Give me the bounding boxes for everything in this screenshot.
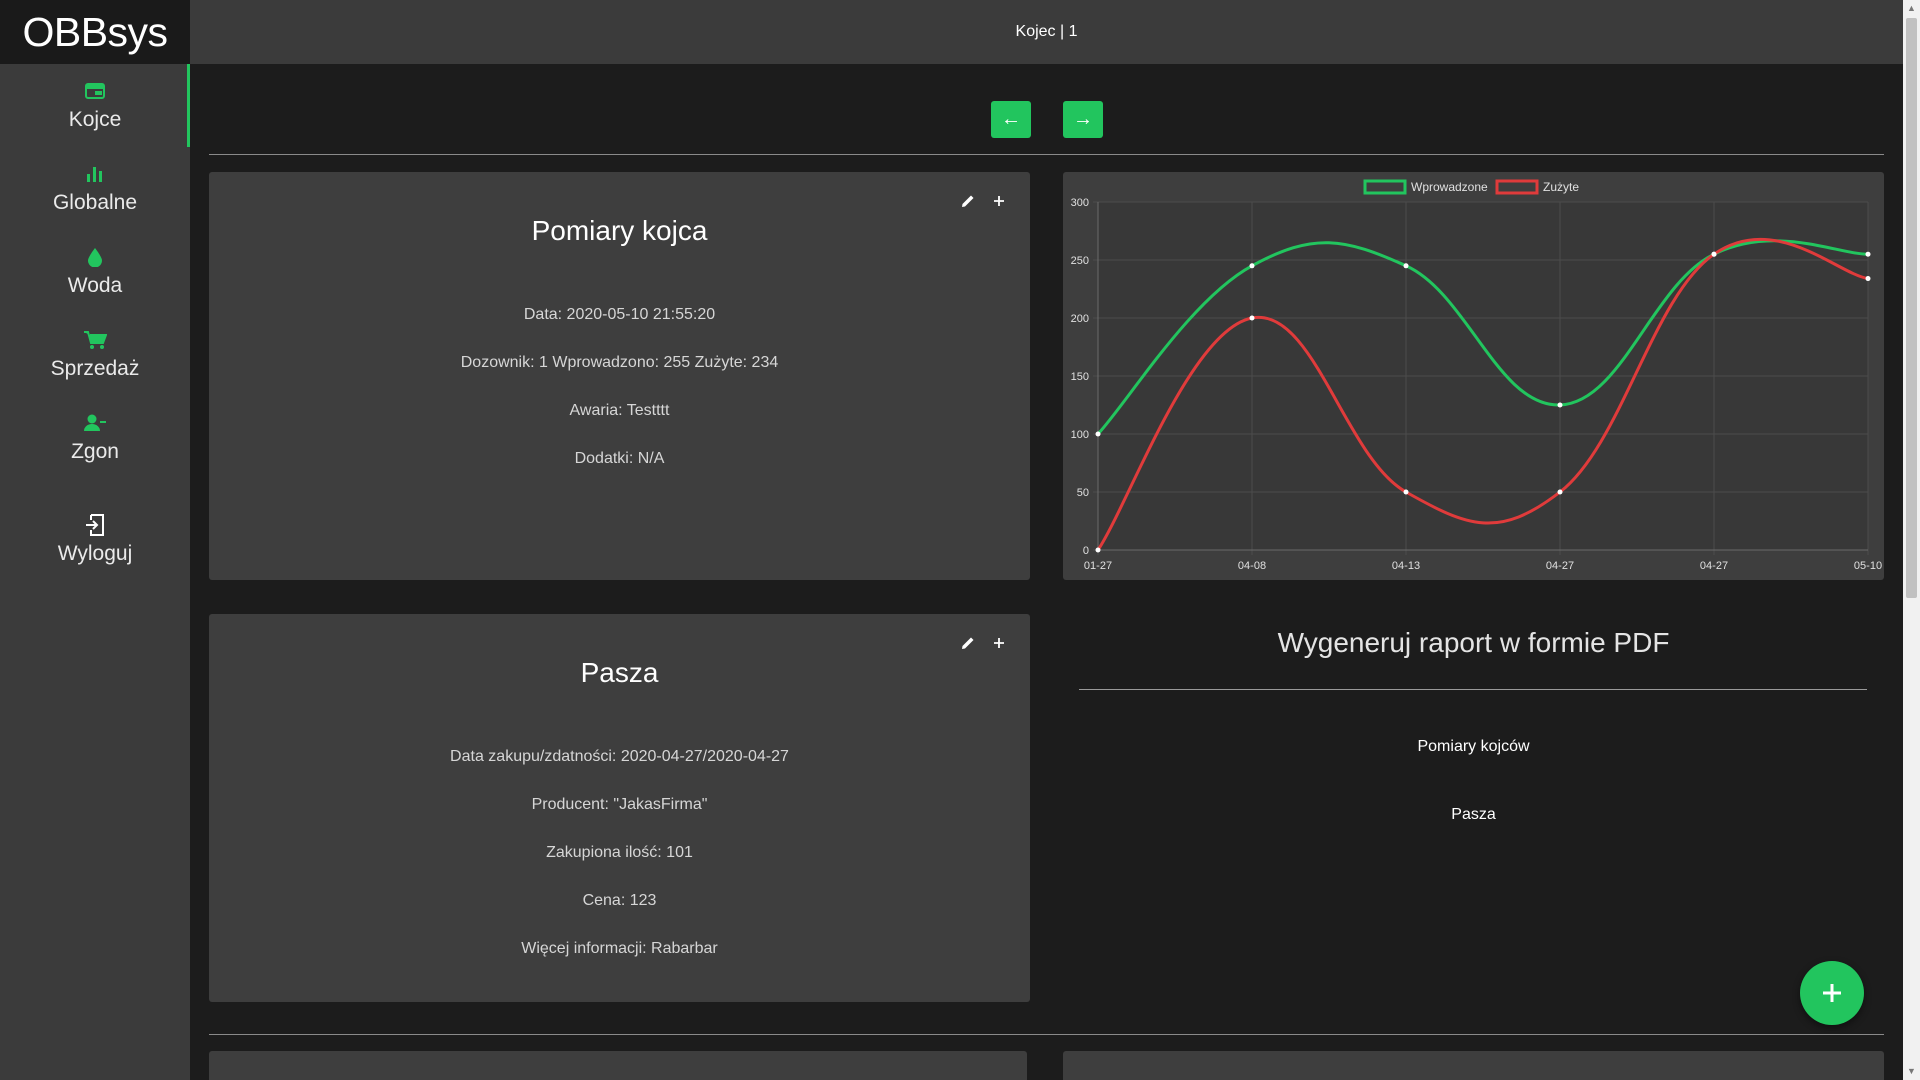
x-tick-label: 04-13	[1392, 560, 1420, 572]
sidebar-item-label: Zgon	[71, 439, 119, 463]
edit-icon[interactable]	[958, 633, 978, 653]
x-tick-label: 01-27	[1084, 560, 1112, 572]
x-tick-label: 05-10	[1854, 560, 1882, 572]
sidebar-item-sprzedaz[interactable]: Sprzedaż	[0, 313, 190, 396]
x-tick-label: 04-08	[1238, 560, 1266, 572]
x-tick-label: 04-27	[1700, 560, 1728, 572]
y-tick-label: 50	[1077, 487, 1089, 499]
next-button[interactable]: →	[1063, 101, 1103, 138]
data-point	[1095, 431, 1101, 437]
next-card	[209, 1051, 1027, 1080]
pdf-report-title: Wygeneruj raport w formie PDF	[1277, 627, 1670, 658]
brand-logo[interactable]: OBBsys	[0, 0, 190, 64]
sidebar-item-label: Wyloguj	[57, 542, 133, 565]
sidebar-item-zgon[interactable]: Zgon	[0, 396, 190, 479]
measurement-failure: Awaria: Testttt	[569, 402, 670, 419]
pen-icon	[85, 80, 105, 102]
data-point	[1249, 263, 1255, 269]
water-drop-icon	[87, 246, 103, 268]
user-minus-icon	[83, 412, 107, 434]
cart-icon	[83, 329, 107, 351]
sidebar-item-kojce[interactable]: Kojce	[0, 64, 190, 147]
scrollbar-thumb[interactable]	[1906, 18, 1917, 598]
pdf-link-pasza[interactable]: Pasza	[1063, 806, 1884, 824]
data-point	[1249, 315, 1255, 321]
sidebar-item-woda[interactable]: Woda	[0, 230, 190, 313]
measurement-dispenser: Dozownik: 1 Wprowadzono: 255 Zużyte: 234	[460, 354, 779, 371]
edit-icon[interactable]	[958, 191, 978, 211]
data-point	[1095, 547, 1101, 553]
sidebar-item-label: Globalne	[52, 190, 138, 214]
feed-quantity: Zakupiona ilość: 101	[546, 844, 693, 861]
divider	[209, 154, 1884, 155]
data-point	[1711, 251, 1717, 257]
x-tick-label: 04-27	[1546, 560, 1574, 572]
data-point	[1865, 276, 1871, 282]
data-point	[1865, 251, 1871, 257]
sidebar-item-label: Sprzedaż	[50, 356, 140, 380]
measurements-title: Pomiary kojca	[531, 215, 708, 246]
scroll-down-icon[interactable]: ▼	[1903, 1063, 1920, 1080]
line-chart: 0 50 100 150 200 250 300 01-27 04-08 04-13 04-27 04…	[1071, 179, 1882, 572]
data-point	[1557, 402, 1563, 408]
data-point	[1403, 263, 1409, 269]
y-tick-label: 200	[1071, 313, 1089, 325]
plus-icon	[1823, 984, 1841, 1002]
sidebar: OBBsys Kojce Globalne Woda Sprzedaż Zgon	[0, 0, 190, 1080]
divider	[1079, 689, 1867, 690]
add-icon[interactable]	[989, 633, 1009, 653]
measurement-date: Data: 2020-05-10 21:55:20	[523, 306, 716, 323]
feed-card: Pasza Data zakupu/zdatności: 2020-04-27/…	[209, 614, 1030, 1002]
y-tick-label: 150	[1071, 371, 1089, 383]
chart-card: 0 50 100 150 200 250 300 01-27 04-08 04-13 04-27 04…	[1063, 172, 1884, 580]
next-card-right	[1063, 1051, 1884, 1080]
legend-label: Wprowadzone	[1411, 180, 1488, 194]
feed-date: Data zakupu/zdatności: 2020-04-27/2020-0…	[450, 748, 789, 765]
y-tick-label: 300	[1071, 197, 1089, 209]
legend-label: Zużyte	[1543, 180, 1579, 194]
legend-swatch	[1495, 179, 1539, 195]
pdf-link-pomiary[interactable]: Pomiary kojców	[1063, 738, 1884, 756]
add-icon[interactable]	[989, 191, 1009, 211]
add-fab-button[interactable]	[1800, 961, 1864, 1025]
top-bar: Kojec | 1	[190, 0, 1903, 64]
sidebar-item-label: Woda	[67, 273, 123, 297]
bar-chart-icon	[86, 163, 104, 185]
logout-icon	[85, 514, 105, 536]
divider	[209, 1034, 1884, 1035]
data-point	[1403, 489, 1409, 495]
y-tick-label: 0	[1083, 545, 1089, 557]
brand-name: OBBsys	[22, 8, 168, 55]
measurement-additives: Dodatki: N/A	[574, 450, 665, 467]
scroll-up-icon[interactable]: ▲	[1903, 0, 1920, 17]
sidebar-item-globalne[interactable]: Globalne	[0, 147, 190, 230]
data-point	[1557, 489, 1563, 495]
y-tick-label: 250	[1071, 255, 1089, 267]
sidebar-item-label: Kojce	[68, 107, 122, 131]
vertical-scrollbar[interactable]: ▲ ▼	[1903, 0, 1920, 1080]
feed-producer: Producent: "JakasFirma"	[531, 796, 708, 813]
measurements-card: Pomiary kojca Data: 2020-05-10 21:55:20 …	[209, 172, 1030, 580]
feed-title: Pasza	[580, 657, 659, 688]
feed-more-info: Więcej informacji: Rabarbar	[521, 940, 718, 957]
sidebar-item-wyloguj[interactable]: Wyloguj	[0, 495, 190, 585]
legend-swatch	[1363, 179, 1407, 195]
page-title: Kojec | 1	[1015, 23, 1078, 40]
y-tick-label: 100	[1071, 429, 1089, 441]
prev-button[interactable]: ←	[991, 101, 1031, 138]
feed-price: Cena: 123	[582, 892, 657, 909]
